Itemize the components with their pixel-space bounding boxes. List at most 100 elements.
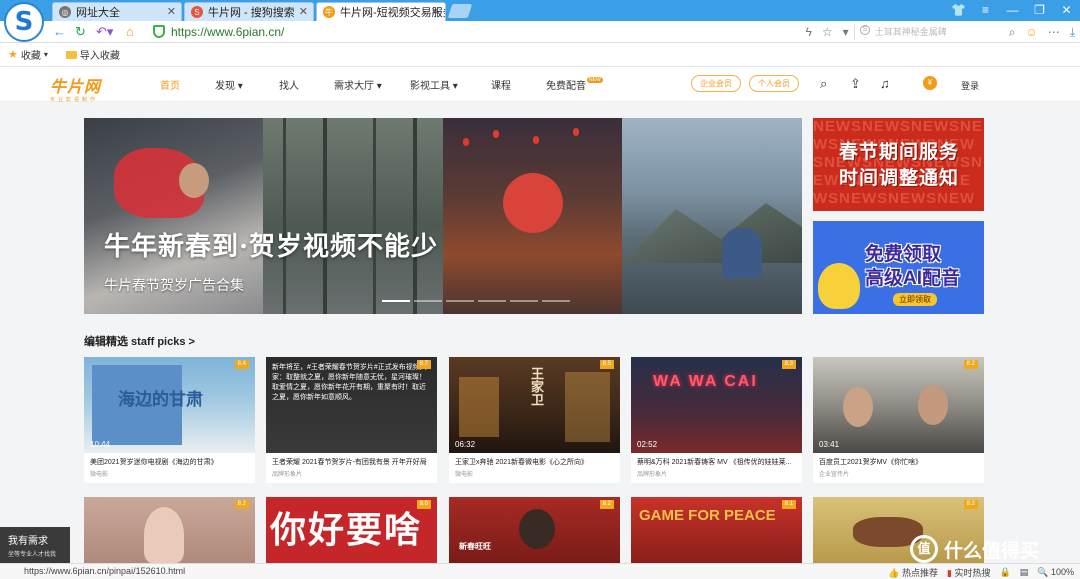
rating-badge: 8.2: [963, 360, 978, 369]
demand-title: 我有需求: [8, 536, 48, 547]
carousel-dot[interactable]: [542, 300, 570, 302]
realtime-hot-label: 实时热搜: [954, 568, 991, 578]
close-icon[interactable]: ✕: [431, 5, 440, 18]
hot-recommend-button[interactable]: 👍 热点推荐: [888, 566, 938, 579]
url-input[interactable]: https://www.6pian.cn/: [171, 25, 284, 39]
video-card[interactable]: 新春旺旺 8.2: [449, 497, 620, 563]
lock-icon[interactable]: 🔒: [1000, 567, 1011, 578]
rating-badge: 8.7: [416, 360, 431, 369]
maximize-button[interactable]: ❐: [1026, 0, 1053, 21]
enterprise-vip-button[interactable]: 企业会员: [691, 75, 741, 92]
carousel-dot[interactable]: [478, 300, 506, 302]
import-favorites-link[interactable]: 导入收藏: [80, 47, 120, 62]
video-title[interactable]: 王家卫x奔驰 2021新春微电影《心之所向》: [449, 453, 620, 467]
emoji-icon[interactable]: ☺: [1025, 25, 1037, 39]
carousel-dot[interactable]: [510, 300, 538, 302]
video-card[interactable]: 海边的甘肃 8.4 10:44 美团2021贺岁迷你电视剧《海边的甘肃》 微电影: [84, 357, 255, 483]
nav-video-tools[interactable]: 影视工具 ▾: [410, 77, 458, 92]
realtime-hot-button[interactable]: ▮ 实时热搜: [947, 566, 990, 579]
nav-find-people[interactable]: 找人: [279, 77, 299, 92]
undo-icon[interactable]: ↶▾: [96, 24, 113, 40]
post-demand-widget[interactable]: 我有需求 坐等专业人才找我: [0, 527, 70, 564]
site-logo[interactable]: 牛片网 专业影视制作: [50, 73, 101, 103]
video-title[interactable]: 蔡明&万科 2021新春铸客 MV 《祖传优的娃娃莱...: [631, 453, 802, 467]
carousel-dot[interactable]: [446, 300, 474, 302]
bookmark-star-icon[interactable]: ☆: [822, 25, 833, 39]
close-window-button[interactable]: ✕: [1053, 0, 1080, 21]
video-card[interactable]: 8.2 03:41 百度员工2021贺岁MV《你忙啥》 企业宣传片: [813, 357, 984, 483]
close-icon[interactable]: ✕: [299, 5, 308, 18]
video-thumbnail: 海边的甘肃 8.4 10:44: [84, 357, 255, 453]
chevron-down-icon[interactable]: ▾: [44, 50, 48, 59]
thumbnail-overlay-text: 王家卫: [529, 367, 544, 406]
refresh-icon[interactable]: ↻: [75, 24, 86, 40]
star-icon: ★: [8, 49, 18, 61]
video-title[interactable]: 百度员工2021贺岁MV《你忙啥》: [813, 453, 984, 467]
settings-icon[interactable]: ▤: [1020, 567, 1029, 578]
search-placeholder: 土耳其神秘金属碑: [874, 27, 947, 37]
hero-banner[interactable]: 牛年新春到·贺岁视频不能少 牛片春节贺岁广告合集: [84, 118, 802, 314]
rating-badge: 8.2: [599, 500, 614, 509]
ad-service-notice[interactable]: NEWSNEWSNEWSNEWSNEWSNEWSNEWSNEWSNEWSNEWS…: [813, 118, 984, 211]
search-icon[interactable]: ⌕: [1009, 25, 1016, 40]
nav-free-dubbing[interactable]: 免费配音NEW: [546, 77, 603, 92]
address-bar: ← ↻ ↶▾ ⌂ https://www.6pian.cn/ ϟ ☆ ▾ S 土…: [0, 21, 1080, 43]
back-arrow-icon[interactable]: ←: [53, 24, 66, 40]
bell-icon[interactable]: ♫: [880, 76, 890, 91]
video-card[interactable]: 新年将至，#王者荣耀春节贺岁片#正式发布视频大家：取整就之夏，愿你新年随意无忧，…: [266, 357, 437, 483]
login-link[interactable]: 登录: [961, 79, 979, 92]
video-card[interactable]: 8.2: [84, 497, 255, 563]
lightning-icon[interactable]: ϟ: [806, 25, 812, 39]
tab-sogou-search[interactable]: S 牛片网 - 搜狗搜索 ✕: [184, 2, 314, 21]
ad-free-dubbing[interactable]: 免费领取 高级AI配音 立即领取: [813, 221, 984, 314]
new-tab-button[interactable]: [447, 4, 473, 18]
zoom-control[interactable]: 🔍 100%: [1037, 567, 1074, 578]
video-category: 微电影: [90, 472, 109, 478]
video-card[interactable]: 你好要啥 8.0: [266, 497, 437, 563]
close-icon[interactable]: ✕: [167, 5, 176, 18]
dropdown-icon[interactable]: ▾: [843, 25, 849, 39]
banner-panel: [443, 118, 622, 314]
upload-icon[interactable]: ⇪: [850, 76, 861, 92]
banner-panel: [622, 118, 802, 314]
home-icon[interactable]: ⌂: [126, 24, 134, 40]
search-input[interactable]: S 土耳其神秘金属碑: [853, 24, 1004, 40]
download-icon[interactable]: ⤓: [1070, 25, 1075, 40]
video-title[interactable]: 美团2021贺岁迷你电视剧《海边的甘肃》: [84, 453, 255, 467]
minimize-button[interactable]: —: [999, 0, 1026, 21]
thumbnail-overlay-text: 你好要啥: [270, 509, 423, 551]
video-card[interactable]: 王家卫 8.5 06:32 王家卫x奔驰 2021新春微电影《心之所向》 微电影: [449, 357, 620, 483]
nav-discover[interactable]: 发现 ▾: [215, 77, 243, 92]
video-thumbnail: 8.2: [84, 497, 255, 563]
nav-home[interactable]: 首页: [160, 77, 180, 92]
search-icon[interactable]: ⌕: [820, 76, 827, 92]
carousel-dot[interactable]: [382, 300, 410, 302]
browser-logo[interactable]: S: [4, 2, 44, 42]
video-thumbnail: GAME FOR PEACE 8.1: [631, 497, 802, 563]
video-title[interactable]: 王者荣耀 2021春节贺岁片-有团我有景 开年开好局: [266, 453, 437, 467]
watermark-text: 什么值得买: [944, 540, 1040, 562]
ad-text: 春节期间服务 时间调整通知: [839, 142, 960, 189]
rating-badge: 8.4: [234, 360, 249, 369]
personal-vip-button[interactable]: 个人会员: [749, 75, 799, 92]
menu-icon[interactable]: ≡: [972, 0, 999, 21]
favorites-button[interactable]: 收藏: [21, 47, 41, 62]
coin-icon[interactable]: ¥: [923, 76, 937, 90]
video-card[interactable]: GAME FOR PEACE 8.1: [631, 497, 802, 563]
claim-button[interactable]: 立即领取: [893, 293, 937, 306]
status-url: https://www.6pian.cn/pinpai/152610.html: [24, 566, 186, 576]
video-card[interactable]: WA WA CAI 8.3 02:52 蔡明&万科 2021新春铸客 MV 《祖…: [631, 357, 802, 483]
carousel-indicators: [382, 300, 570, 302]
tab-6pian[interactable]: 牛 牛片网-短视频交易服务 ✕: [316, 2, 446, 21]
window-controls: 👕 ≡ — ❐ ✕: [945, 0, 1080, 21]
tab-url-directory[interactable]: ◎ 网址大全 ✕: [52, 2, 182, 21]
skin-icon[interactable]: 👕: [945, 0, 972, 21]
more-icon[interactable]: ⋯: [1048, 25, 1060, 39]
nav-courses[interactable]: 课程: [491, 77, 511, 92]
thumbnail-overlay-text: 海边的甘肃: [118, 390, 203, 410]
nav-demand-hall[interactable]: 需求大厅 ▾: [334, 77, 382, 92]
carousel-dot[interactable]: [414, 300, 442, 302]
tab-label: 网址大全: [76, 7, 120, 19]
staff-picks-title[interactable]: 编辑精选 staff picks >: [84, 333, 195, 349]
address-bar-tools: ϟ ☆ ▾ S 土耳其神秘金属碑 ⌕ ☺ ⋯ ⤓: [801, 24, 1080, 40]
